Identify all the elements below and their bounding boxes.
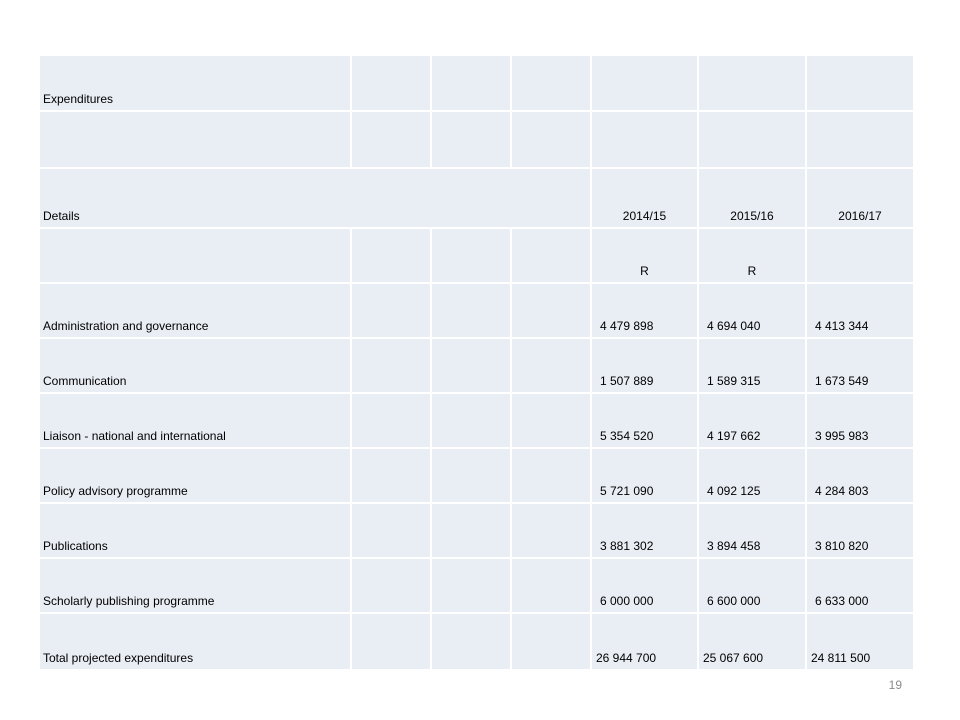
row-label: Communication	[38, 337, 352, 394]
value-2015-16: 4 694 040	[697, 282, 807, 339]
currency-row: R R	[38, 227, 915, 284]
value-2015-16: 4 092 125	[697, 447, 807, 504]
page-number: 19	[888, 678, 902, 692]
value-2016-17: 3 810 820	[805, 502, 915, 559]
table-row: Scholarly publishing programme 6 000 000…	[38, 557, 915, 614]
table-row: Administration and governance 4 479 898 …	[38, 282, 915, 339]
value-2016-17: 4 284 803	[805, 447, 915, 504]
year-header-2014-15: 2014/15	[590, 167, 699, 229]
row-label: Policy advisory programme	[38, 447, 352, 504]
value-2016-17: 1 673 549	[805, 337, 915, 394]
total-2015-16: 25 067 600	[697, 612, 807, 671]
value-2016-17: 4 413 344	[805, 282, 915, 339]
row-label: Scholarly publishing programme	[38, 557, 352, 614]
value-2016-17: 6 633 000	[805, 557, 915, 614]
value-2014-15: 5 721 090	[590, 447, 699, 504]
total-2014-15: 26 944 700	[590, 612, 699, 671]
total-label: Total projected expenditures	[38, 612, 352, 671]
value-2014-15: 1 507 889	[590, 337, 699, 394]
year-header-2015-16: 2015/16	[697, 167, 807, 229]
currency-label: R	[590, 227, 699, 284]
spacer-row	[38, 110, 915, 169]
value-2014-15: 4 479 898	[590, 282, 699, 339]
table-row: Policy advisory programme 5 721 090 4 09…	[38, 447, 915, 504]
row-label: Publications	[38, 502, 352, 559]
total-row: Total projected expenditures 26 944 700 …	[38, 612, 915, 671]
value-2015-16: 1 589 315	[697, 337, 807, 394]
table-title: Expenditures	[38, 54, 352, 112]
value-2016-17: 3 995 983	[805, 392, 915, 449]
table-row: Liaison - national and international 5 3…	[38, 392, 915, 449]
currency-label: R	[697, 227, 807, 284]
value-2014-15: 6 000 000	[590, 557, 699, 614]
header-row: Details 2014/15 2015/16 2016/17	[38, 167, 915, 229]
value-2014-15: 3 881 302	[590, 502, 699, 559]
table-row: Communication 1 507 889 1 589 315 1 673 …	[38, 337, 915, 394]
expenditures-table: Expenditures Details 2014/15 2015/16 201…	[38, 54, 915, 671]
year-header-2016-17: 2016/17	[805, 167, 915, 229]
value-2015-16: 4 197 662	[697, 392, 807, 449]
value-2015-16: 3 894 458	[697, 502, 807, 559]
row-label: Administration and governance	[38, 282, 352, 339]
value-2014-15: 5 354 520	[590, 392, 699, 449]
details-header: Details	[38, 167, 592, 229]
value-2015-16: 6 600 000	[697, 557, 807, 614]
table-row: Publications 3 881 302 3 894 458 3 810 8…	[38, 502, 915, 559]
row-label: Liaison - national and international	[38, 392, 352, 449]
title-row: Expenditures	[38, 54, 915, 112]
total-2016-17: 24 811 500	[805, 612, 915, 671]
